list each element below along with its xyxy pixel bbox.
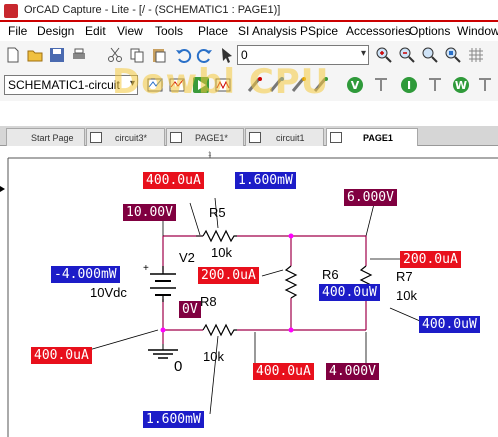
enable-bias-power-display-icon[interactable]: W: [452, 76, 470, 94]
power-label[interactable]: 1.600mW: [143, 411, 204, 428]
zoom-area-icon[interactable]: [421, 46, 439, 64]
menu-bar: File Design Edit View Tools Place SI Ana…: [0, 22, 498, 41]
toggle-power-display-icon[interactable]: [476, 76, 494, 94]
r7-value[interactable]: 10k: [396, 288, 417, 303]
window-title: OrCAD Capture - Lite - [/ - (SCHEMATIC1 …: [24, 4, 281, 16]
r5-reference[interactable]: R5: [209, 205, 226, 220]
tab-label: PAGE1*: [195, 133, 228, 143]
v2-reference[interactable]: V2: [179, 250, 195, 265]
tab-label: PAGE1: [363, 133, 393, 143]
leader-line: [81, 329, 159, 353]
new-file-icon[interactable]: [4, 46, 22, 64]
tab-page1-modified[interactable]: PAGE1*: [166, 128, 244, 146]
r7-reference[interactable]: R7: [396, 269, 413, 284]
current-label[interactable]: 400.0uA: [253, 363, 314, 380]
power-label[interactable]: 400.0uW: [319, 284, 380, 301]
tab-circuit1[interactable]: circuit1: [245, 128, 324, 146]
schematic-combo-value: SCHEMATIC1-circuit: [8, 78, 120, 92]
tab-label: circuit1: [276, 133, 305, 143]
leader-line: [389, 307, 421, 322]
enable-bias-voltage-display-icon[interactable]: V: [346, 76, 364, 94]
tab-circuit3[interactable]: circuit3*: [86, 128, 165, 146]
tab-label: Start Page: [31, 133, 74, 143]
tab-label: circuit3*: [115, 133, 148, 143]
menu-options[interactable]: Options: [409, 24, 450, 38]
enable-bias-current-display-icon[interactable]: I: [400, 76, 418, 94]
leader-line: [261, 269, 284, 277]
zoom-fit-icon[interactable]: [444, 46, 462, 64]
current-label[interactable]: 400.0uA: [31, 347, 92, 364]
menu-view[interactable]: View: [117, 24, 143, 38]
svg-text:W: W: [455, 79, 467, 92]
v2-plus-sign: +: [143, 263, 149, 274]
voltage-label[interactable]: 10.00V: [123, 204, 176, 221]
schematic-file-icon: [90, 132, 102, 143]
menu-place[interactable]: Place: [198, 24, 228, 38]
orcad-app-icon: [4, 4, 18, 18]
voltage-label[interactable]: 4.000V: [326, 363, 379, 380]
menu-accessories[interactable]: Accessories: [346, 24, 411, 38]
leader-line: [189, 202, 201, 236]
junction-dot: [288, 327, 294, 333]
leader-line: [209, 335, 219, 415]
page-file-icon: [170, 132, 182, 143]
svg-text:I: I: [407, 79, 411, 92]
schematic-canvas[interactable]: 1 + R5 10k V2 10Vdc R6 R7 10k R8 10k 0 4…: [0, 146, 498, 437]
junction-dot: [288, 233, 294, 239]
power-label[interactable]: -4.000mW: [51, 266, 120, 283]
chevron-down-icon[interactable]: ▾: [361, 48, 366, 59]
voltage-label[interactable]: 0V: [179, 301, 201, 318]
page-file-icon: [330, 132, 342, 143]
current-label[interactable]: 400.0uA: [143, 172, 204, 189]
tab-page1[interactable]: PAGE1: [326, 128, 418, 147]
page-edge-marker: [0, 186, 5, 192]
r8-reference[interactable]: R8: [200, 294, 217, 309]
junction-dot: [160, 327, 166, 333]
ground-label[interactable]: 0: [174, 358, 182, 375]
page-ruler-mark: 1: [208, 152, 212, 158]
grid-icon[interactable]: [467, 46, 485, 64]
menu-edit[interactable]: Edit: [85, 24, 106, 38]
r5-value[interactable]: 10k: [211, 245, 232, 260]
toggle-current-display-icon[interactable]: [426, 76, 444, 94]
r8-value[interactable]: 10k: [203, 349, 224, 364]
tab-start-page[interactable]: Start Page: [6, 128, 85, 146]
toggle-voltage-display-icon[interactable]: [372, 76, 390, 94]
menu-si-analysis[interactable]: SI Analysis: [238, 24, 297, 38]
menu-tools[interactable]: Tools: [155, 24, 183, 38]
power-label[interactable]: 1.600mW: [235, 172, 296, 189]
print-icon[interactable]: [70, 46, 88, 64]
current-label[interactable]: 200.0uA: [198, 267, 259, 284]
title-bar: OrCAD Capture - Lite - [/ - (SCHEMATIC1 …: [0, 0, 498, 22]
zoom-level-value: 0: [241, 48, 248, 62]
menu-window[interactable]: Window: [457, 24, 498, 38]
zoom-out-icon[interactable]: [398, 46, 416, 64]
watermark: Dowbl CPU: [112, 62, 330, 102]
r8-resistor: [202, 323, 237, 337]
menu-file[interactable]: File: [8, 24, 27, 38]
v2-value[interactable]: 10Vdc: [90, 285, 127, 300]
menu-design[interactable]: Design: [37, 24, 74, 38]
menu-pspice[interactable]: PSpice: [300, 24, 338, 38]
save-icon[interactable]: [48, 46, 66, 64]
power-label[interactable]: 400.0uW: [419, 316, 480, 333]
current-label[interactable]: 200.0uA: [400, 251, 461, 268]
schematic-file-icon: [249, 132, 261, 143]
open-folder-icon[interactable]: [26, 46, 44, 64]
r6-reference[interactable]: R6: [322, 267, 339, 282]
zoom-in-icon[interactable]: [375, 46, 393, 64]
document-tabs: Start Page circuit3* PAGE1* circuit1 PAG…: [0, 126, 498, 147]
r5-resistor: [202, 229, 237, 243]
voltage-label[interactable]: 6.000V: [344, 189, 397, 206]
svg-text:V: V: [351, 79, 360, 92]
schematic-drawing: 1 +: [0, 152, 498, 437]
r6-resistor: [284, 265, 298, 299]
